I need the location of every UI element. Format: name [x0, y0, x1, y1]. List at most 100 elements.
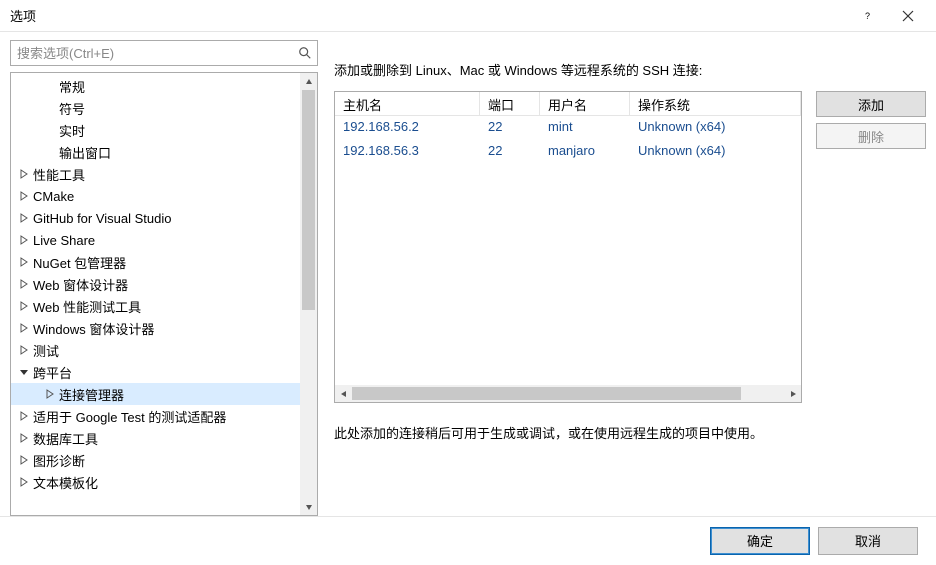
- tree-item-label: CMake: [33, 189, 74, 204]
- chevron-right-icon: [43, 101, 57, 115]
- help-button[interactable]: ?: [848, 2, 888, 30]
- svg-text:?: ?: [865, 11, 870, 21]
- tree-item[interactable]: Web 窗体设计器: [11, 273, 300, 295]
- tree-item[interactable]: GitHub for Visual Studio: [11, 207, 300, 229]
- side-buttons: 添加 删除: [816, 91, 926, 403]
- right-panel: 添加或删除到 Linux、Mac 或 Windows 等远程系统的 SSH 连接…: [334, 40, 926, 516]
- scroll-left-icon[interactable]: [335, 385, 352, 402]
- titlebar: 选项 ?: [0, 0, 936, 32]
- cell-port: 22: [480, 116, 540, 140]
- tree-item-label: 实时: [59, 121, 85, 140]
- scrollbar-track[interactable]: [300, 90, 317, 498]
- tree-item[interactable]: 性能工具: [11, 163, 300, 185]
- tree-item[interactable]: 跨平台: [11, 361, 300, 383]
- close-icon: [902, 10, 914, 22]
- tree-item-label: 输出窗口: [59, 143, 111, 162]
- tree-item[interactable]: 图形诊断: [11, 449, 300, 471]
- tree-item[interactable]: 输出窗口: [11, 141, 300, 163]
- tree-scrollbar[interactable]: [300, 73, 317, 515]
- help-icon: ?: [862, 10, 874, 22]
- delete-button[interactable]: 删除: [816, 123, 926, 149]
- search-input[interactable]: [10, 40, 318, 66]
- connections-table: 主机名 端口 用户名 操作系统 192.168.56.222mintUnknow…: [334, 91, 802, 403]
- tree-item[interactable]: 常规: [11, 75, 300, 97]
- tree-item-label: 连接管理器: [59, 385, 124, 404]
- col-header-port[interactable]: 端口: [480, 92, 540, 115]
- search-icon[interactable]: [296, 44, 314, 62]
- left-panel: 常规符号实时输出窗口性能工具 CMake GitHub for Visual Stu…: [10, 40, 318, 516]
- col-header-host[interactable]: 主机名: [335, 92, 480, 115]
- col-header-user[interactable]: 用户名: [540, 92, 630, 115]
- tree-item[interactable]: 适用于 Google Test 的测试适配器: [11, 405, 300, 427]
- chevron-right-icon[interactable]: [17, 431, 31, 445]
- tree-item-label: GitHub for Visual Studio: [33, 211, 172, 226]
- tree-item[interactable]: Live Share: [11, 229, 300, 251]
- tree-item[interactable]: 符号: [11, 97, 300, 119]
- hscroll-track[interactable]: [352, 385, 784, 402]
- cell-os: Unknown (x64): [630, 116, 801, 140]
- col-header-os[interactable]: 操作系统: [630, 92, 801, 115]
- tree-item-label: 跨平台: [33, 363, 72, 382]
- chevron-right-icon[interactable]: [17, 343, 31, 357]
- tree-item-label: NuGet 包管理器: [33, 253, 126, 272]
- chevron-right-icon[interactable]: [17, 189, 31, 203]
- tree-item[interactable]: Web 性能测试工具: [11, 295, 300, 317]
- search-wrap: [10, 40, 318, 66]
- tree-item-label: Web 性能测试工具: [33, 297, 141, 316]
- panel-note: 此处添加的连接稍后可用于生成或调试，或在使用远程生成的项目中使用。: [334, 423, 926, 442]
- options-tree[interactable]: 常规符号实时输出窗口性能工具 CMake GitHub for Visual Stu…: [11, 73, 300, 515]
- table-row[interactable]: 192.168.56.322manjaroUnknown (x64): [335, 140, 801, 164]
- chevron-right-icon: [43, 123, 57, 137]
- window-title: 选项: [10, 6, 848, 25]
- chevron-right-icon[interactable]: [43, 387, 57, 401]
- tree-item-label: Web 窗体设计器: [33, 275, 128, 294]
- chevron-right-icon[interactable]: [17, 255, 31, 269]
- panel-description: 添加或删除到 Linux、Mac 或 Windows 等远程系统的 SSH 连接…: [334, 60, 926, 79]
- chevron-right-icon: [43, 79, 57, 93]
- tree-item[interactable]: 测试: [11, 339, 300, 361]
- cell-user: manjaro: [540, 140, 630, 164]
- cell-host: 192.168.56.2: [335, 116, 480, 140]
- scroll-down-icon[interactable]: [300, 498, 317, 515]
- cell-user: mint: [540, 116, 630, 140]
- tree-item-label: 数据库工具: [33, 429, 98, 448]
- tree-item-label: 符号: [59, 99, 85, 118]
- tree-item-label: Windows 窗体设计器: [33, 319, 154, 338]
- chevron-right-icon[interactable]: [17, 211, 31, 225]
- hscroll-thumb[interactable]: [352, 387, 741, 400]
- add-button[interactable]: 添加: [816, 91, 926, 117]
- chevron-right-icon[interactable]: [17, 409, 31, 423]
- tree-item[interactable]: CMake: [11, 185, 300, 207]
- scrollbar-thumb[interactable]: [302, 90, 315, 310]
- cell-port: 22: [480, 140, 540, 164]
- chevron-down-icon[interactable]: [17, 365, 31, 379]
- table-body: 192.168.56.222mintUnknown (x64)192.168.5…: [335, 116, 801, 385]
- table-row[interactable]: 192.168.56.222mintUnknown (x64): [335, 116, 801, 140]
- chevron-right-icon[interactable]: [17, 453, 31, 467]
- tree-item-label: 测试: [33, 341, 59, 360]
- scroll-right-icon[interactable]: [784, 385, 801, 402]
- tree-item[interactable]: Windows 窗体设计器: [11, 317, 300, 339]
- ok-button[interactable]: 确定: [710, 527, 810, 555]
- chevron-right-icon[interactable]: [17, 277, 31, 291]
- tree-wrap: 常规符号实时输出窗口性能工具 CMake GitHub for Visual Stu…: [10, 72, 318, 516]
- footer: 确定 取消: [0, 516, 936, 564]
- close-button[interactable]: [888, 2, 928, 30]
- cell-host: 192.168.56.3: [335, 140, 480, 164]
- tree-item[interactable]: 实时: [11, 119, 300, 141]
- chevron-right-icon[interactable]: [17, 233, 31, 247]
- tree-item-label: 适用于 Google Test 的测试适配器: [33, 407, 226, 426]
- tree-item[interactable]: 连接管理器: [11, 383, 300, 405]
- chevron-right-icon[interactable]: [17, 167, 31, 181]
- cancel-button[interactable]: 取消: [818, 527, 918, 555]
- table-hscrollbar[interactable]: [335, 385, 801, 402]
- cell-os: Unknown (x64): [630, 140, 801, 164]
- tree-item[interactable]: 文本模板化: [11, 471, 300, 493]
- tree-item[interactable]: NuGet 包管理器: [11, 251, 300, 273]
- tree-item[interactable]: 数据库工具: [11, 427, 300, 449]
- scroll-up-icon[interactable]: [300, 73, 317, 90]
- chevron-right-icon[interactable]: [17, 321, 31, 335]
- chevron-right-icon[interactable]: [17, 299, 31, 313]
- chevron-right-icon[interactable]: [17, 475, 31, 489]
- tree-item-label: Live Share: [33, 233, 95, 248]
